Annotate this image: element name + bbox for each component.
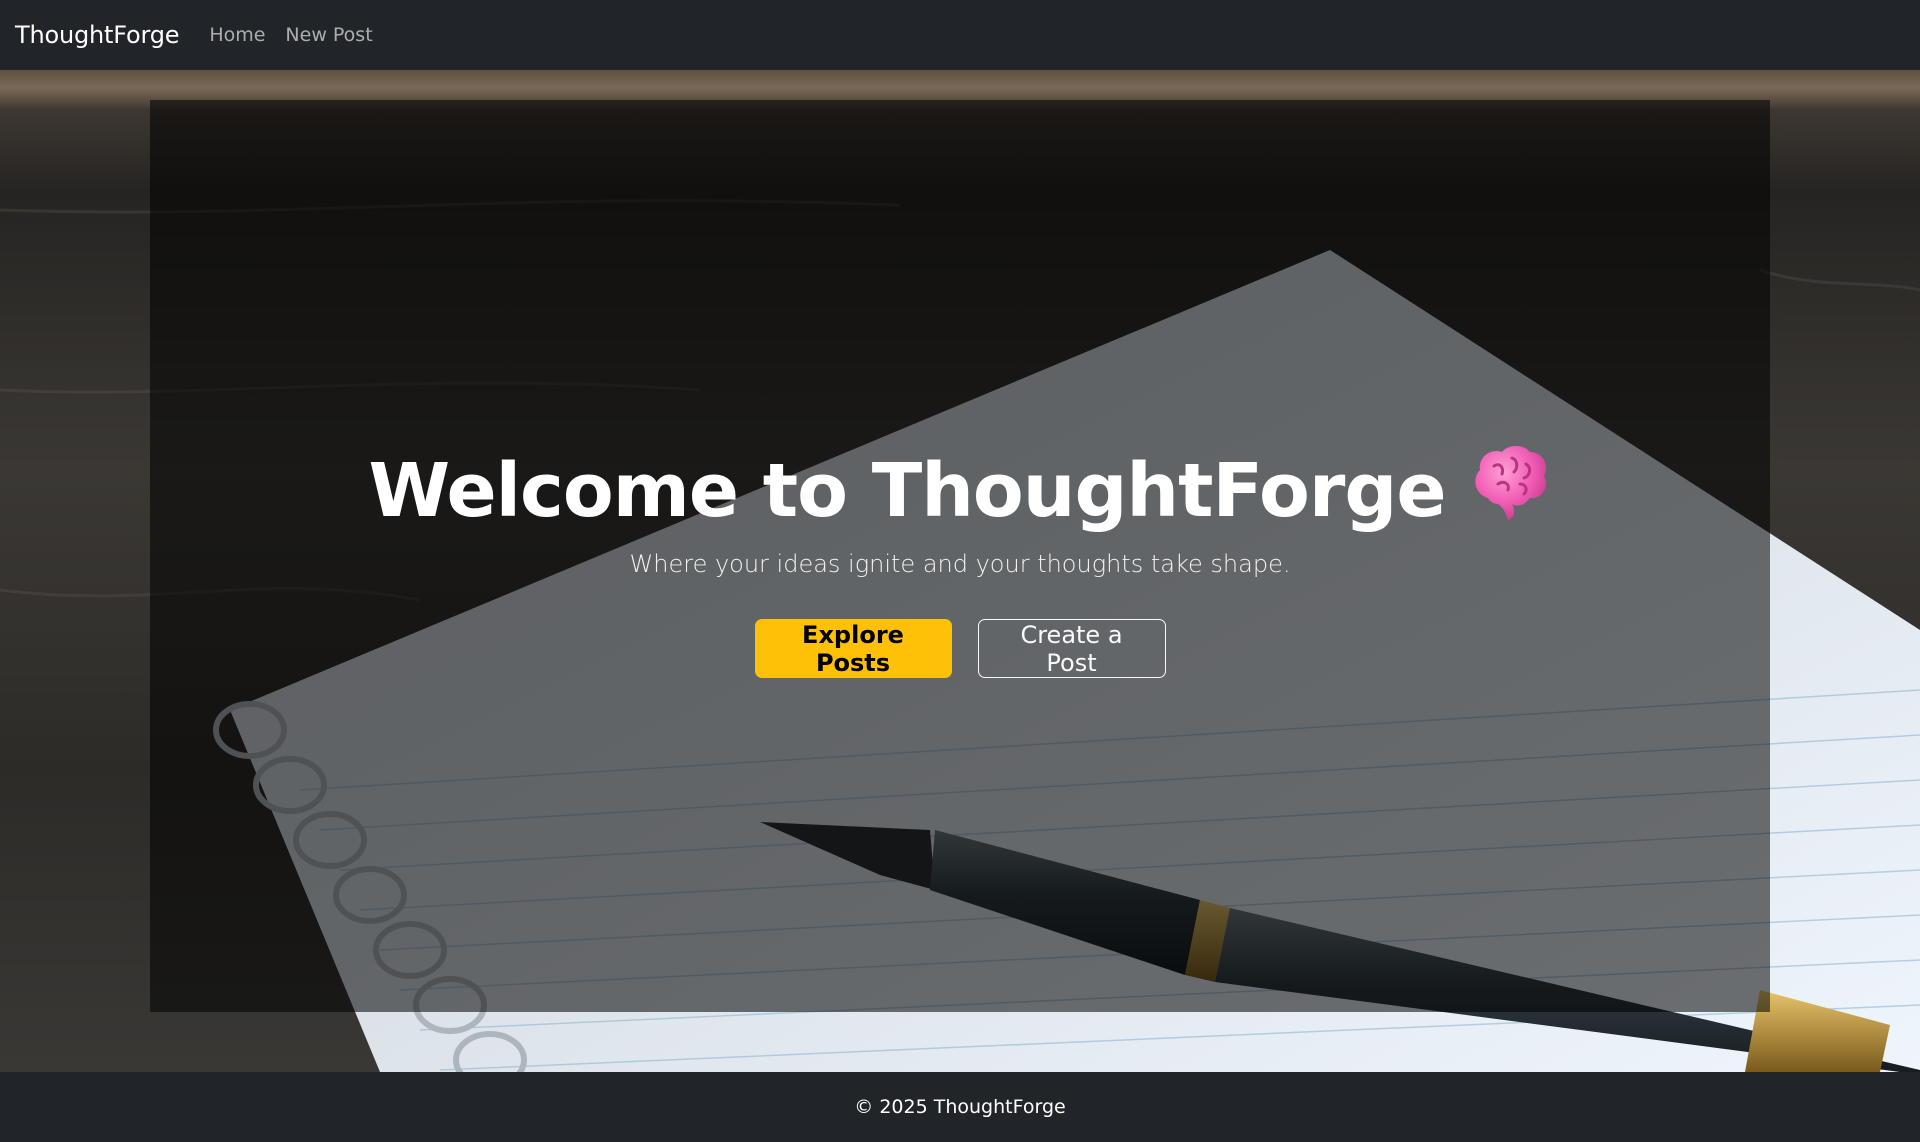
nav-link-home[interactable]: Home — [209, 24, 265, 46]
hero-subtitle: Where your ideas ignite and your thought… — [629, 550, 1291, 578]
explore-posts-button[interactable]: Explore Posts — [754, 619, 952, 678]
top-navbar: ThoughtForge Home New Post — [0, 0, 1920, 70]
hero-section: Welcome to ThoughtForge Where your ideas… — [150, 100, 1770, 1012]
hero-title-text: Welcome to ThoughtForge — [368, 448, 1446, 534]
brand-link[interactable]: ThoughtForge — [15, 21, 180, 49]
footer-copyright: © 2025 ThoughtForge — [854, 1096, 1066, 1118]
hero-button-group: Explore Posts Create a Post — [150, 619, 1770, 678]
hero-title: Welcome to ThoughtForge — [150, 438, 1770, 539]
site-footer: © 2025 ThoughtForge — [0, 1072, 1920, 1142]
create-post-button[interactable]: Create a Post — [977, 619, 1166, 678]
brain-icon — [1474, 446, 1546, 520]
nav-link-new-post[interactable]: New Post — [285, 24, 372, 46]
